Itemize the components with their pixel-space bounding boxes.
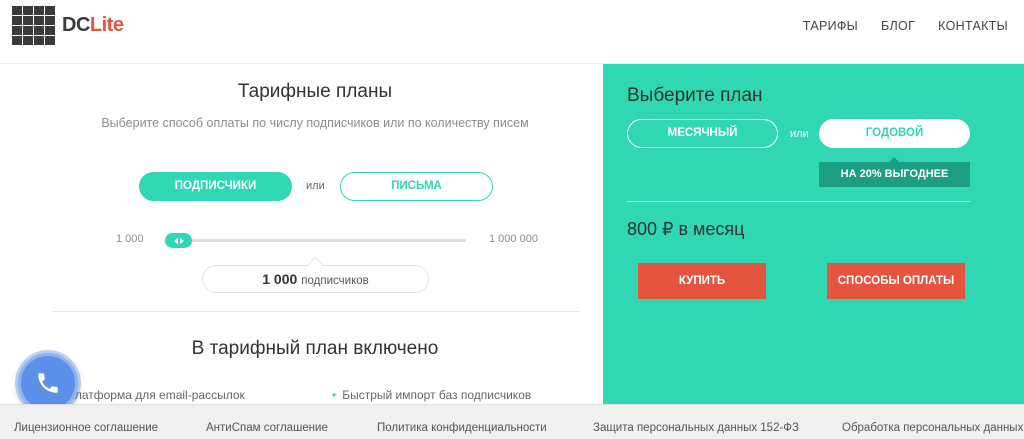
pricing-title: Тарифные планы: [237, 81, 393, 102]
section-divider: [52, 311, 579, 312]
logo-main-text: DC: [62, 14, 90, 36]
arrow-left-icon: [173, 237, 178, 244]
nav-tariffs[interactable]: ТАРИФЫ: [803, 19, 858, 33]
plan-title: Выберите план: [627, 85, 763, 106]
slider-max-label: 1 000 000: [489, 233, 538, 245]
pricing-config-panel: Тарифные планы Выберите способ оплаты по…: [0, 64, 603, 404]
plan-select-panel: Выберите план МЕСЯЧНЫЙ или ГОДОВОЙ НА 20…: [603, 64, 1024, 404]
main-nav: ТАРИФЫ БЛОГ КОНТАКТЫ: [803, 19, 1008, 33]
subscribers-slider-track[interactable]: [167, 239, 466, 242]
footer-link-privacy[interactable]: Политика конфиденциальности: [377, 422, 547, 434]
nav-contacts[interactable]: КОНТАКТЫ: [938, 19, 1008, 33]
yearly-plan-button[interactable]: ГОДОВОЙ: [819, 119, 970, 148]
logo-accent-text: Lite: [89, 14, 124, 36]
footer-link-antispam[interactable]: АнтиСпам соглашение: [206, 422, 328, 434]
monthly-plan-button[interactable]: МЕСЯЧНЫЙ: [627, 119, 778, 148]
slider-handle[interactable]: [165, 233, 192, 248]
yearly-discount-badge: НА 20% ВЫГОДНЕЕ: [819, 162, 970, 187]
logo-text: DCLite: [62, 14, 124, 37]
subscriber-count-value: 1 000: [262, 271, 298, 287]
feature-text: Быстрый импорт баз подписчиков: [342, 388, 532, 402]
site-header: DCLite ТАРИФЫ БЛОГ КОНТАКТЫ: [0, 0, 1024, 64]
included-title: В тарифный план включено: [191, 338, 439, 359]
letters-toggle-button[interactable]: ПИСЬМА: [340, 172, 493, 201]
arrow-right-icon: [179, 237, 184, 244]
plan-or-label: или: [790, 128, 809, 140]
slider-min-label: 1 000: [116, 233, 144, 245]
footer-link-license[interactable]: Лицензионное соглашение: [14, 422, 158, 434]
price-per-month: 800 ₽ в месяц: [627, 219, 745, 239]
plan-divider: [627, 201, 970, 202]
payment-methods-button[interactable]: СПОСОБЫ ОПЛАТЫ: [827, 263, 965, 299]
phone-icon: [38, 373, 58, 393]
pricing-subtitle: Выберите способ оплаты по числу подписчи…: [101, 116, 529, 130]
feature-item: • Быстрый импорт баз подписчиков: [332, 388, 531, 402]
footer-link-personal-data[interactable]: Обработка персональных данных: [842, 422, 1023, 434]
buy-button[interactable]: КУПИТЬ: [638, 263, 766, 299]
logo-grid-icon: [12, 6, 55, 45]
feature-item: •Платформа для email-рассылок: [56, 388, 245, 402]
site-footer: Лицензионное соглашение АнтиСпам соглаше…: [0, 404, 1024, 439]
feature-text: Платформа для email-рассылок: [66, 388, 245, 402]
logo[interactable]: DCLite: [12, 6, 124, 45]
subscriber-count-unit: подписчиков: [301, 275, 369, 287]
footer-link-152fz[interactable]: Защита персональных данных 152-ФЗ: [593, 422, 799, 434]
toggle-or-label: или: [306, 180, 325, 192]
subscribers-toggle-button[interactable]: ПОДПИСЧИКИ: [139, 172, 292, 201]
bullet-icon: •: [332, 388, 337, 402]
nav-blog[interactable]: БЛОГ: [881, 19, 915, 33]
